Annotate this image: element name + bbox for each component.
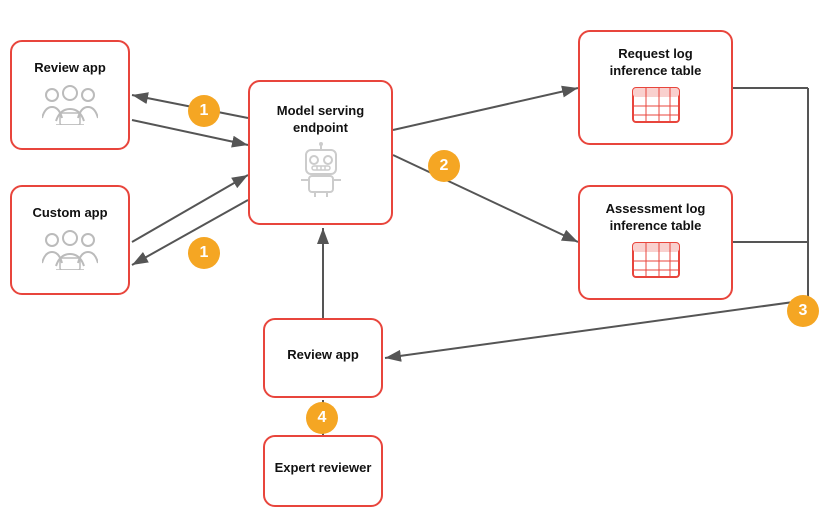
badge-4: 4 — [306, 402, 338, 434]
model-serving-label: Model serving endpoint — [258, 103, 383, 137]
expert-reviewer-label: Expert reviewer — [275, 460, 372, 477]
custom-app-box: Custom app — [10, 185, 130, 295]
badge-1-top: 1 — [188, 95, 220, 127]
assessment-log-box: Assessment log inference table — [578, 185, 733, 300]
review-app-bottom-label: Review app — [287, 347, 359, 364]
review-app-top-icon — [42, 83, 98, 130]
model-serving-icon — [291, 142, 351, 202]
badge-2: 2 — [428, 150, 460, 182]
custom-app-icon — [42, 228, 98, 275]
request-log-label: Request log inference table — [588, 46, 723, 80]
request-log-box: Request log inference table — [578, 30, 733, 145]
model-serving-box: Model serving endpoint — [248, 80, 393, 225]
badge-1-bottom: 1 — [188, 237, 220, 269]
review-app-bottom-box: Review app — [263, 318, 383, 398]
assessment-log-label: Assessment log inference table — [588, 201, 723, 235]
review-app-top-box: Review app — [10, 40, 130, 150]
custom-app-label: Custom app — [32, 205, 107, 222]
review-app-top-label: Review app — [34, 60, 106, 77]
expert-reviewer-box: Expert reviewer — [263, 435, 383, 507]
badge-3: 3 — [787, 295, 819, 327]
diagram-container: Review app Custom app — [0, 0, 830, 523]
assessment-log-icon — [631, 241, 681, 284]
request-log-icon — [631, 86, 681, 129]
